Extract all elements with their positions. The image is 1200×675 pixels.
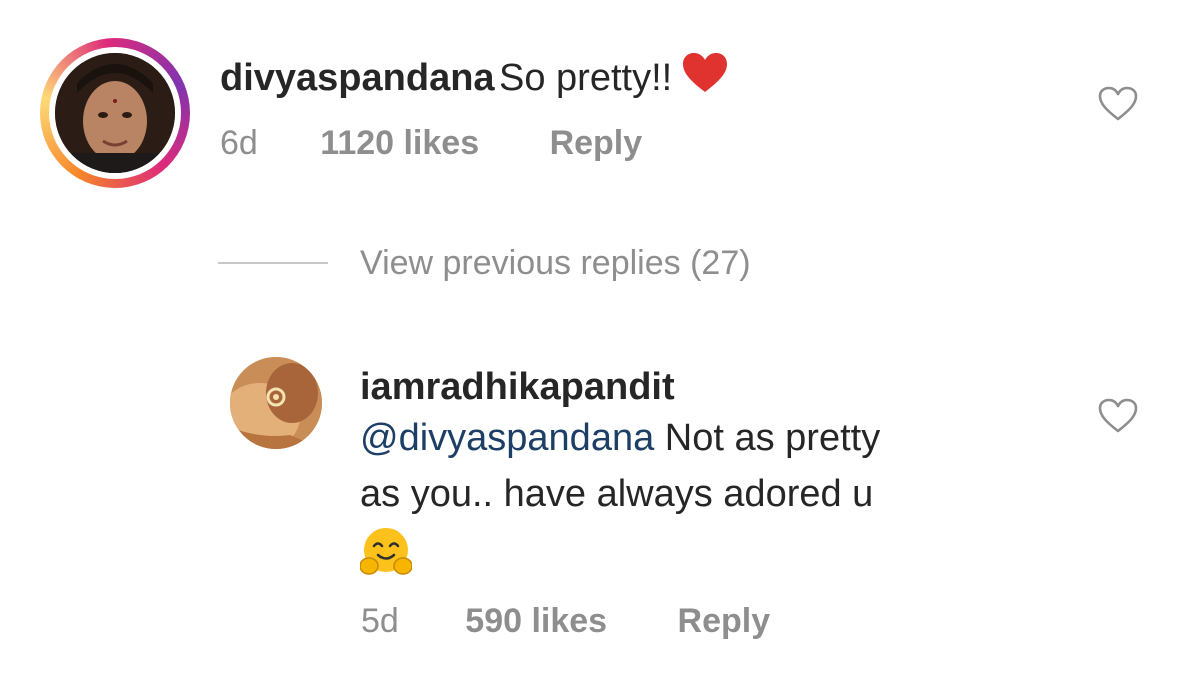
likes-count[interactable]: 1120 likes — [320, 124, 479, 162]
hugging-face-emoji — [359, 526, 1060, 594]
heart-emoji — [681, 52, 729, 99]
comment-text: So pretty!! — [499, 57, 673, 99]
comment-2-meta: 5d 590 likes Reply — [361, 602, 770, 641]
comment-1-meta: 6d 1120 likes Reply — [220, 124, 642, 163]
replies-divider — [218, 262, 328, 264]
mention-link[interactable]: @divyaspandana — [360, 417, 654, 459]
reply-text-part: Not as pretty — [654, 417, 881, 459]
avatar-iamradhikapandit[interactable] — [230, 357, 322, 449]
avatar-divyaspandana[interactable] — [55, 53, 175, 173]
like-heart-icon[interactable] — [1098, 86, 1138, 127]
comment-username[interactable]: divyaspandana — [220, 57, 495, 99]
reply-comment-text: @divyaspandana Not as pretty as you.. ha… — [359, 410, 1060, 594]
comment-1-line: divyaspandana So pretty!! — [220, 52, 729, 100]
comment-time: 5d — [361, 602, 399, 640]
likes-count[interactable]: 590 likes — [465, 602, 607, 640]
comment-username[interactable]: iamradhikapandit — [360, 366, 675, 409]
reply-button[interactable]: Reply — [550, 124, 643, 162]
reply-button[interactable]: Reply — [678, 602, 771, 640]
like-heart-icon[interactable] — [1098, 398, 1138, 439]
view-previous-replies-button[interactable]: View previous replies (27) — [360, 244, 751, 283]
reply-line-1: @divyaspandana Not as pretty — [360, 410, 1060, 466]
comment-time: 6d — [220, 124, 258, 162]
reply-line-2: as you.. have always adored u — [360, 473, 874, 515]
